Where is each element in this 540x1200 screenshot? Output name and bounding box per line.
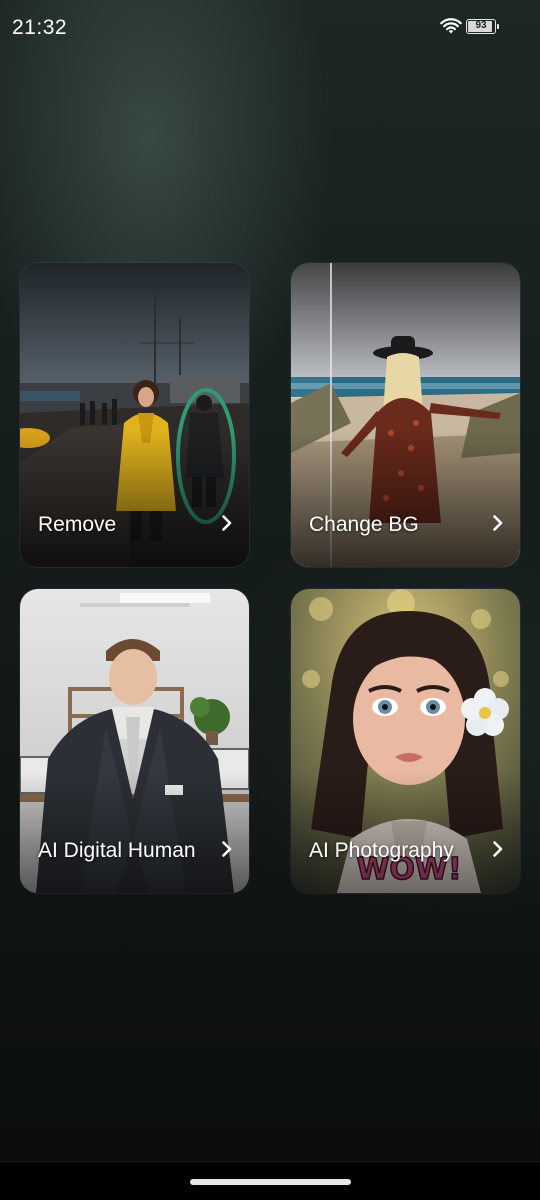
battery-icon: 93 (466, 19, 499, 34)
change-bg-card[interactable]: Change BG (291, 263, 520, 567)
remove-card[interactable]: Remove (20, 263, 249, 567)
chevron-right-icon (493, 515, 503, 531)
chevron-right-icon (493, 841, 503, 857)
battery-level: 93 (475, 20, 487, 31)
chevron-right-icon (222, 515, 232, 531)
chevron-right-icon (222, 841, 232, 857)
wifi-icon (440, 18, 462, 34)
photography-card-label: AI Photography (309, 839, 454, 862)
status-time: 21:32 (12, 16, 68, 39)
home-indicator[interactable] (190, 1179, 351, 1185)
status-bar: 21:32 93 (0, 0, 540, 56)
remove-card-label: Remove (38, 513, 117, 536)
digital-human-card-label: AI Digital Human (38, 839, 196, 862)
battery-nub (497, 24, 499, 29)
change-bg-card-label: Change BG (309, 513, 419, 536)
digital-human-card[interactable]: AI Digital Human (20, 589, 249, 893)
photography-card[interactable]: WOW! AI Photography (291, 589, 520, 893)
